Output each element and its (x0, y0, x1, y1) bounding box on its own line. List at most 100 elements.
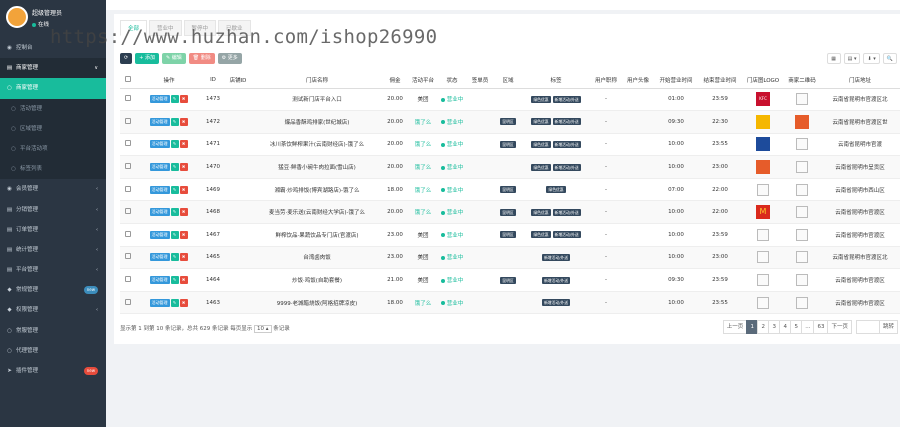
row-checkbox[interactable] (125, 208, 131, 215)
sidebar-item[interactable]: ▤ 订单管理 ‹ (0, 220, 106, 240)
columns-button[interactable]: ▤ ▾ (843, 53, 861, 64)
row-checkbox[interactable] (125, 298, 131, 305)
edit-icon[interactable]: ✎ (170, 117, 179, 126)
main-panel: 全部 营业中 暂停中 已歇业 ⟳ + 添加 ✎ 编辑 🗑 删除 ⚙ 更多 ▦ ▤ ▾ … (114, 14, 900, 344)
row-checkbox[interactable] (125, 276, 131, 283)
sidebar-item[interactable]: ○ 商家管理 (0, 78, 106, 99)
edit-icon[interactable]: ✎ (170, 140, 179, 149)
cell-title: - (590, 268, 622, 292)
cell-name: 鲜榨饮品·果蔬饮品专门店(官渡店) (252, 223, 382, 247)
sidebar-item[interactable]: ◆ 权限管理 ‹ (0, 300, 106, 320)
row-checkbox[interactable] (125, 95, 131, 102)
sidebar-item[interactable]: ○ 平台活动项 (0, 138, 106, 160)
cell-avatar (622, 268, 654, 292)
page-size-select[interactable]: 10 ▴ (254, 325, 272, 333)
activity-manage-button[interactable]: 活动管理 (149, 185, 170, 194)
sidebar-item[interactable]: ○ 区域管理 (0, 118, 106, 139)
avatar[interactable] (6, 6, 28, 28)
row-checkbox[interactable] (125, 117, 131, 124)
toolbar: ⟳ + 添加 ✎ 编辑 🗑 删除 ⚙ 更多 (120, 53, 242, 64)
sidebar-item[interactable]: ▤ 商家管理 ∨ (0, 58, 106, 79)
delete-icon[interactable]: ✖ (179, 230, 188, 239)
row-checkbox[interactable] (125, 140, 131, 147)
edit-icon[interactable]: ✎ (170, 208, 179, 217)
delete-icon[interactable]: ✖ (179, 276, 188, 285)
activity-manage-button[interactable]: 活动管理 (149, 95, 170, 104)
cell-id: 1469 (202, 178, 224, 202)
cell-start: 10:00 (654, 246, 698, 270)
sidebar-item[interactable]: ▤ 统计管理 ‹ (0, 240, 106, 260)
toggle-view-button[interactable]: ▦ (826, 53, 841, 64)
activity-manage-button[interactable]: 活动管理 (149, 117, 170, 126)
activity-manage-button[interactable]: 活动管理 (149, 208, 170, 217)
search-icon[interactable]: 🔍 (882, 53, 897, 64)
export-button[interactable]: ⬇ ▾ (863, 53, 880, 64)
sidebar-item[interactable]: ○ 标签列表 (0, 159, 106, 180)
delete-icon[interactable]: ✖ (179, 117, 188, 126)
activity-manage-button[interactable]: 活动管理 (149, 140, 170, 149)
tag-label: 新增活动/外送 (552, 208, 581, 216)
more-button[interactable]: ⚙ 更多 (217, 53, 242, 64)
activity-manage-button[interactable]: 活动管理 (149, 276, 170, 285)
tag-label: 新增活动/外送 (552, 140, 581, 148)
delete-button[interactable]: 🗑 删除 (188, 53, 215, 64)
cell-platform: 美团 (408, 88, 438, 112)
delete-icon[interactable]: ✖ (179, 163, 188, 172)
cell-logo: M (742, 200, 784, 225)
refresh-button[interactable]: ⟳ (120, 53, 133, 64)
table-row: 活动管理 ✎ ✖ 1473 测试新门店平台入口 20.00 美团 营业中 绿色优惠 新增活动/外送… (120, 88, 900, 112)
sidebar-item[interactable]: ◉ 会员管理 ‹ (0, 179, 106, 199)
edit-icon[interactable]: ✎ (170, 276, 179, 285)
cell-name: 冰川茶饮鲜榨果汁(云南财经店)-饿了么 (252, 133, 382, 157)
prev-page-button[interactable]: 上一页 (722, 320, 748, 334)
activity-manage-button[interactable]: 活动管理 (149, 163, 170, 172)
sidebar-item-label: 活动管理 (20, 105, 43, 112)
next-page-button[interactable]: 下一页 (827, 320, 852, 334)
sidebar-item[interactable]: ➤ 插件管理 new (0, 361, 106, 381)
page-number[interactable]: ... (801, 320, 815, 334)
row-checkbox[interactable] (125, 253, 131, 260)
page-jump-input[interactable] (855, 320, 880, 334)
cell-end: 23:59 (698, 268, 742, 292)
sidebar-item[interactable]: ▤ 分销管理 ‹ (0, 200, 106, 220)
jump-button[interactable]: 跳转 (878, 320, 898, 334)
edit-icon[interactable]: ✎ (170, 185, 179, 194)
edit-button[interactable]: ✎ 编辑 (161, 53, 186, 64)
edit-icon[interactable]: ✎ (170, 253, 179, 262)
sidebar: 超级管理员 在线 ◉ 控制台 ▤ 商家管理 ∨ ○ 商家管理 ○ 活动管理 ○ 区域管理 ○ 平台活动项… (0, 0, 106, 427)
row-checkbox[interactable] (125, 163, 131, 170)
delete-icon[interactable]: ✖ (179, 298, 188, 307)
sidebar-item[interactable]: ○ 活动管理 (0, 98, 106, 119)
page-number[interactable]: 63 (813, 320, 829, 334)
cell-shop-id (224, 268, 252, 292)
new-badge: new (83, 286, 98, 295)
row-checkbox[interactable] (125, 230, 131, 237)
delete-icon[interactable]: ✖ (179, 185, 188, 194)
chevron-icon: ∨ (94, 65, 98, 72)
cell-qrcode (784, 268, 820, 292)
user-name: 超级管理员 (32, 10, 63, 17)
row-checkbox[interactable] (125, 185, 131, 192)
select-all-checkbox[interactable] (125, 75, 131, 82)
sidebar-item[interactable]: ○ 常服管理 (0, 321, 106, 341)
column-header: 佣金 (382, 72, 408, 89)
add-button[interactable]: + 添加 (135, 53, 159, 64)
delete-icon[interactable]: ✖ (179, 140, 188, 149)
status-dot-icon (440, 301, 445, 306)
activity-manage-button[interactable]: 活动管理 (149, 230, 170, 239)
edit-icon[interactable]: ✎ (170, 95, 179, 104)
activity-manage-button[interactable]: 活动管理 (149, 253, 170, 262)
activity-manage-button[interactable]: 活动管理 (149, 298, 170, 307)
delete-icon[interactable]: ✖ (179, 208, 188, 217)
sidebar-item[interactable]: ○ 代理管理 (0, 341, 106, 361)
edit-icon[interactable]: ✎ (170, 163, 179, 172)
sidebar-item[interactable]: ◆ 常规管理 new (0, 280, 106, 300)
broken-image-icon (796, 138, 808, 151)
edit-icon[interactable]: ✎ (170, 298, 179, 307)
cell-avatar (622, 155, 654, 179)
sidebar-item[interactable]: ▤ 平台管理 ‹ (0, 260, 106, 280)
edit-icon[interactable]: ✎ (170, 230, 179, 239)
delete-icon[interactable]: ✖ (179, 253, 188, 262)
delete-icon[interactable]: ✖ (179, 95, 188, 104)
cell-title: - (590, 88, 622, 112)
